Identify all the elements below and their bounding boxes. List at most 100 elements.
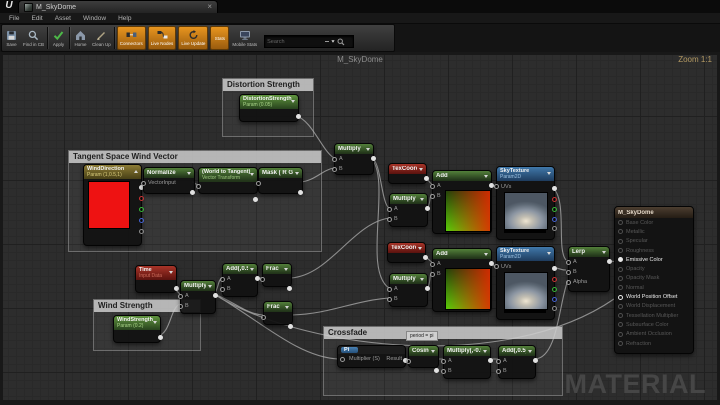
chevron-down-icon[interactable] — [484, 175, 488, 178]
material-input-roughness[interactable]: Roughness — [615, 246, 693, 255]
node-header[interactable]: Add — [433, 249, 491, 259]
menu-window[interactable]: Window — [77, 15, 112, 22]
node-header[interactable]: Add(,0.5) — [499, 346, 535, 356]
node-time[interactable]: Time Input Data — [135, 265, 177, 293]
node-cosine[interactable]: Cosine — [408, 345, 439, 368]
output-pin[interactable] — [288, 324, 293, 329]
node-header[interactable]: Add(,0.5) — [223, 264, 257, 274]
output-pin[interactable] — [296, 114, 301, 119]
node-material-output[interactable]: M_SkyDome Base Color Metallic Specular R… — [614, 206, 694, 354]
node-header[interactable]: Add — [433, 171, 491, 181]
output-pin[interactable] — [158, 335, 163, 340]
input-pin-b[interactable] — [566, 270, 571, 275]
input-pin[interactable] — [260, 277, 265, 282]
input-pin-a[interactable] — [430, 262, 435, 267]
node-lerp[interactable]: Lerp A B Alpha — [568, 246, 610, 292]
comment-title[interactable]: Tangent Space Wind Vector — [69, 151, 321, 163]
input-pin-b[interactable] — [496, 369, 501, 374]
input-pin-a[interactable] — [387, 287, 392, 292]
node-header[interactable]: DistortionStrength Param (0.05) — [240, 95, 298, 109]
chevron-down-icon[interactable] — [602, 251, 606, 254]
search-icon[interactable] — [337, 38, 345, 46]
output-pin[interactable] — [371, 156, 376, 161]
output-pin-b[interactable] — [139, 218, 144, 223]
input-pin-a[interactable] — [496, 359, 501, 364]
node-texcoord-top[interactable]: TexCoord — [388, 163, 427, 184]
live-update-toggle-button[interactable]: Live Update — [178, 26, 208, 50]
material-input-opacity-mask[interactable]: Opacity Mask — [615, 274, 693, 283]
chevron-down-icon[interactable] — [295, 172, 299, 175]
menu-help[interactable]: Help — [112, 15, 137, 22]
material-input-world-displacement[interactable]: World Displacement — [615, 302, 693, 311]
document-tab[interactable]: M_SkyDome × — [18, 0, 218, 13]
output-pin-b[interactable] — [552, 297, 557, 302]
material-input-opacity[interactable]: Opacity — [615, 264, 693, 273]
input-pin[interactable] — [196, 184, 201, 189]
output-pin[interactable] — [533, 358, 538, 363]
node-header[interactable]: M_SkyDome — [615, 207, 693, 218]
node-add-half-crossfade[interactable]: Add(,0.5) A B — [498, 345, 536, 379]
node-texcoord-bottom[interactable]: TexCoord — [387, 242, 426, 263]
input-pin[interactable] — [406, 359, 411, 364]
node-distortion-strength[interactable]: DistortionStrength Param (0.05) — [239, 94, 299, 122]
node-header[interactable]: Multiply(,-0.5) — [444, 346, 490, 356]
input-pin-uvs[interactable] — [494, 264, 499, 269]
apply-button[interactable]: Apply — [49, 25, 68, 51]
output-pin-a[interactable] — [552, 226, 557, 231]
home-button[interactable]: Home — [71, 25, 90, 51]
output-pin-b[interactable] — [552, 217, 557, 222]
input-pin-b[interactable] — [441, 369, 446, 374]
node-header[interactable]: Time Input Data — [136, 266, 176, 280]
node-header[interactable]: Mask ( R G ) — [259, 168, 302, 178]
output-pin[interactable] — [213, 293, 218, 298]
node-mask-rg[interactable]: Mask ( R G ) — [258, 167, 303, 194]
node-multiply-time[interactable]: Multiply A B — [180, 280, 216, 314]
node-header[interactable]: Cosine — [409, 346, 438, 356]
material-input-refraction[interactable]: Refraction — [615, 339, 693, 348]
input-pin-a[interactable] — [430, 184, 435, 189]
save-button[interactable]: Save — [2, 25, 21, 51]
material-input-normal[interactable]: Normal — [615, 283, 693, 292]
node-sky-texture-top[interactable]: SkyTexture Param2D UVs — [496, 166, 555, 240]
output-pin[interactable] — [425, 206, 430, 211]
output-pin-a[interactable] — [139, 229, 144, 234]
output-pin[interactable] — [174, 286, 179, 291]
material-input-metallic[interactable]: Metallic — [615, 227, 693, 236]
chevron-down-icon[interactable] — [208, 285, 212, 288]
output-pin[interactable] — [425, 286, 430, 291]
input-pin-a[interactable] — [332, 157, 337, 162]
input-pin-a[interactable] — [566, 260, 571, 265]
chevron-down-icon[interactable] — [250, 173, 254, 176]
node-header[interactable]: (World to Tangent) Vector Transform — [199, 168, 257, 182]
output-pin-r[interactable] — [552, 277, 557, 282]
material-input-ambient-occlusion[interactable]: Ambient Occlusion — [615, 330, 693, 339]
material-input-world-position-offset[interactable]: World Position Offset — [615, 292, 693, 301]
input-pin-b[interactable] — [220, 287, 225, 292]
input-pin[interactable] — [256, 181, 261, 186]
node-wind-direction[interactable]: WindDirection Param (1,0.5,1) — [83, 164, 142, 246]
node-header[interactable]: Lerp — [569, 247, 609, 257]
output-pin-a[interactable] — [552, 306, 557, 311]
material-input-subsurface-color[interactable]: Subsurface Color — [615, 320, 693, 329]
node-multiply-panner-bottom[interactable]: Multiply A B — [389, 273, 428, 307]
search-options-chevron-icon[interactable] — [332, 40, 335, 42]
stats-toggle-button[interactable]: Stats — [210, 26, 229, 50]
output-pin[interactable] — [190, 190, 195, 195]
node-header[interactable]: Frac — [263, 264, 291, 274]
chevron-down-icon[interactable] — [484, 253, 488, 256]
output-pin[interactable] — [607, 259, 612, 264]
node-sky-texture-bottom[interactable]: SkyTexture Param2D UVs — [496, 246, 555, 320]
node-add-half[interactable]: Add(,0.5) A B — [222, 263, 258, 297]
chevron-down-icon[interactable] — [420, 278, 424, 281]
mobile-stats-button[interactable]: Mobile Stats — [230, 25, 259, 51]
output-pin-r[interactable] — [552, 197, 557, 202]
chevron-down-icon[interactable] — [187, 172, 191, 175]
node-normalize[interactable]: Normalize VectorInput — [143, 167, 195, 194]
material-input-base-color[interactable]: Base Color — [615, 218, 693, 227]
node-header[interactable]: Normalize — [144, 168, 194, 178]
input-pin-b[interactable] — [178, 304, 183, 309]
input-pin[interactable] — [261, 315, 266, 320]
node-header[interactable]: Pi — [338, 346, 405, 354]
output-pin[interactable] — [423, 255, 428, 260]
chevron-down-icon[interactable] — [419, 168, 423, 171]
